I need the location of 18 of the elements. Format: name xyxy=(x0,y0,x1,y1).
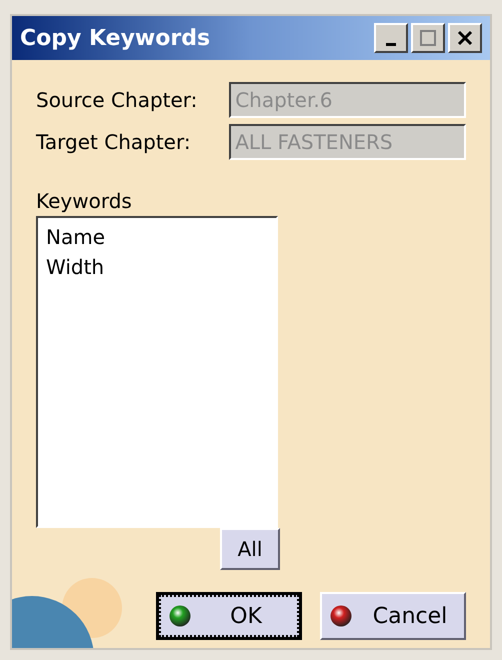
minimize-icon xyxy=(386,42,396,46)
sphere-icon xyxy=(330,605,352,627)
ok-button[interactable]: OK xyxy=(156,592,302,640)
all-button[interactable]: All xyxy=(220,528,280,570)
sphere-icon xyxy=(169,605,191,627)
keywords-label: Keywords xyxy=(36,188,133,215)
keyword-item[interactable]: Width xyxy=(46,252,104,282)
minimize-button[interactable] xyxy=(374,23,408,53)
cancel-button[interactable]: Cancel xyxy=(320,592,466,640)
close-button[interactable] xyxy=(448,23,482,53)
maximize-button[interactable] xyxy=(411,23,445,53)
close-icon xyxy=(457,30,473,46)
field-label: Source Chapter: xyxy=(36,87,198,114)
keyword-item[interactable]: Name xyxy=(46,222,106,252)
maximize-icon xyxy=(420,30,436,46)
keywords-list[interactable]: Name Width xyxy=(36,216,278,528)
field-label: Target Chapter: xyxy=(36,129,192,156)
window-title: Copy Keywords xyxy=(20,24,210,52)
